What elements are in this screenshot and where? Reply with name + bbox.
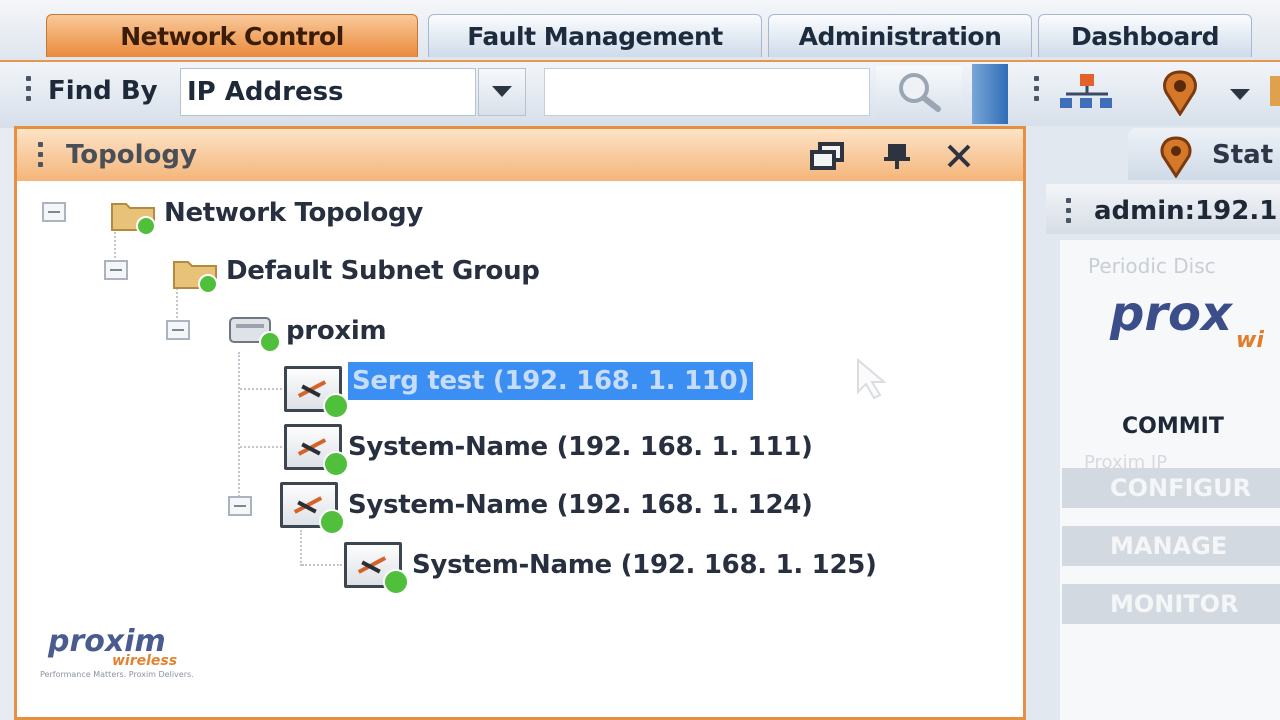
search-button[interactable] — [876, 66, 962, 118]
radio-device-icon — [284, 366, 349, 419]
chevron-down-icon — [492, 86, 512, 97]
folder-icon — [110, 196, 160, 240]
panel-grip-icon[interactable] — [1066, 198, 1072, 223]
tree-node-proxim[interactable]: proxim — [286, 316, 387, 346]
toolbar-separator — [972, 64, 1008, 124]
tab-fault-management[interactable]: Fault Management — [428, 14, 762, 57]
topology-panel-title: Topology — [66, 140, 197, 170]
tree-collapse-toggle[interactable] — [228, 496, 252, 516]
tab-administration[interactable]: Administration — [768, 14, 1032, 57]
tree-connector — [300, 530, 302, 566]
menu-configure[interactable]: CONFIGUR — [1062, 468, 1280, 508]
tree-connector — [238, 352, 240, 512]
proxim-logo: prox — [1110, 286, 1232, 342]
find-by-select[interactable]: IP Address — [180, 68, 476, 116]
tree-collapse-toggle[interactable] — [104, 260, 128, 280]
topology-tree-icon[interactable] — [1058, 70, 1116, 118]
tree-node-default-subnet-group[interactable]: Default Subnet Group — [226, 256, 540, 286]
mouse-cursor-icon — [854, 357, 894, 402]
session-label: admin:192.1 — [1094, 196, 1278, 226]
server-icon — [226, 308, 286, 358]
tree-collapse-toggle[interactable] — [166, 320, 190, 340]
tree-connector — [240, 446, 282, 448]
menu-monitor[interactable]: MONITOR — [1062, 584, 1280, 624]
tree-connector — [240, 388, 282, 390]
radio-device-icon — [280, 482, 345, 535]
map-pin-icon[interactable] — [1158, 70, 1202, 120]
proxim-logo-sub: wi — [1236, 328, 1264, 353]
panel-grip-icon[interactable] — [38, 142, 44, 167]
pin-icon[interactable] — [880, 142, 914, 170]
find-by-label: Find By — [48, 76, 158, 106]
tab-label: Network Control — [120, 21, 344, 51]
find-by-dropdown-button[interactable] — [478, 68, 526, 116]
tab-network-control[interactable]: Network Control — [46, 14, 418, 57]
toolbar-grip-icon[interactable] — [26, 76, 32, 101]
tree-node-device-124[interactable]: System-Name (192. 168. 1. 124) — [348, 490, 813, 520]
tree-node-device-111[interactable]: System-Name (192. 168. 1. 111) — [348, 432, 813, 462]
tab-dashboard[interactable]: Dashboard — [1038, 14, 1252, 57]
chevron-down-icon[interactable] — [1230, 86, 1250, 105]
proxim-logo-sub: wireless — [112, 653, 178, 669]
close-icon[interactable] — [942, 142, 976, 170]
tab-label: Dashboard — [1071, 21, 1219, 51]
search-icon — [899, 73, 941, 112]
tree-connector — [302, 564, 342, 566]
tree-node-network-topology[interactable]: Network Topology — [164, 198, 423, 228]
periodic-discovery-text: Periodic Disc — [1088, 254, 1216, 278]
tab-label: Fault Management — [467, 21, 723, 51]
folder-icon — [172, 254, 222, 298]
commit-button[interactable]: COMMIT — [1122, 414, 1224, 439]
toolbar-grip-icon[interactable] — [1034, 76, 1040, 101]
toolbar-overflow[interactable] — [1270, 76, 1280, 106]
menu-manage[interactable]: MANAGE — [1062, 526, 1280, 566]
proxim-tagline: Performance Matters. Proxim Delivers. — [40, 670, 194, 679]
tab-label: Administration — [798, 21, 1002, 51]
tab-status-label: Stat — [1212, 140, 1274, 170]
search-input[interactable] — [544, 68, 870, 116]
radio-device-icon — [284, 424, 349, 477]
tree-node-device-110[interactable]: Serg test (192. 168. 1. 110) — [348, 362, 753, 400]
restore-window-icon[interactable] — [810, 142, 844, 170]
tree-collapse-toggle[interactable] — [42, 202, 66, 222]
radio-device-icon — [344, 542, 409, 595]
map-pin-icon — [1156, 136, 1196, 182]
tree-node-device-125[interactable]: System-Name (192. 168. 1. 125) — [412, 550, 877, 580]
